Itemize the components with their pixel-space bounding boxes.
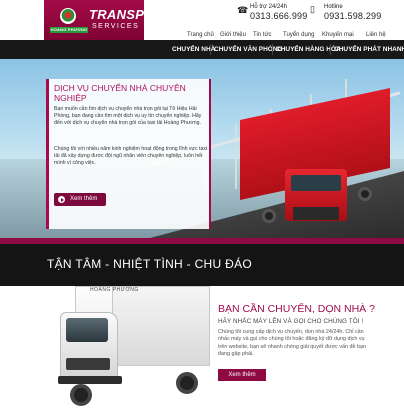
hero-paragraph: Chúng tôi với nhiều năm kinh nghiệm hoạt… xyxy=(54,146,208,166)
cta-subtitle: HÃY NHẤC MÁY LÊN VÀ GỌI CHO CHÚNG TÔI ! xyxy=(218,318,364,325)
cta-title: BẠN CẦN CHUYỂN, DỌN NHÀ ? xyxy=(218,303,375,315)
van-windshield xyxy=(66,318,108,342)
topnav-item-contact[interactable]: Liên hệ xyxy=(366,31,386,40)
phone-icon: ☎ xyxy=(237,5,249,15)
logo-emblem-icon xyxy=(60,8,76,24)
cta-text: Chúng tôi cung cấp dịch vụ chuyển, dọn n… xyxy=(218,329,367,358)
topnav-item-about[interactable]: Giới thiệu xyxy=(220,31,246,40)
truck-wheel xyxy=(358,187,372,201)
topnav-item-promotions[interactable]: Khuyến mại xyxy=(322,31,354,40)
logo-subtitle: SERVICES xyxy=(92,23,140,30)
main-navigation: CHUYỂN NHÀ CHUYỂN VĂN PHÒNG CHUYỂN HÀNG … xyxy=(0,40,404,59)
topnav-item-home[interactable]: Trang chủ xyxy=(187,31,214,40)
van-cargo-box xyxy=(110,286,210,366)
van-brand-text: HOÀNG PHƯƠNG xyxy=(90,287,139,293)
truck-wheel xyxy=(262,209,276,223)
nav-divider xyxy=(330,44,331,55)
support-label: Hỗ trợ 24/24h xyxy=(250,4,287,10)
truck-windshield xyxy=(291,175,341,191)
truck-grill xyxy=(293,207,339,220)
play-icon xyxy=(58,196,65,203)
slogan: TẬN TÂM - NHIỆT TÌNH - CHU ĐÁO xyxy=(47,257,253,271)
van-wheel xyxy=(70,384,92,406)
slogan-band: TẬN TÂM - NHIỆT TÌNH - CHU ĐÁO xyxy=(0,244,404,286)
nav-item-express-delivery[interactable]: CHUYỂN PHÁT NHANH xyxy=(334,40,404,59)
topnav-item-news[interactable]: Tin tức xyxy=(253,31,271,40)
hero-banner: DỊCH VỤ CHUYỂN NHÀ CHUYÊN NGHIỆP Bạn muố… xyxy=(0,59,404,238)
van-wheel xyxy=(176,372,198,394)
hero-read-more-button[interactable]: Xem thêm xyxy=(54,193,106,206)
logo-badge: HOÀNG PHƯƠNG xyxy=(50,27,88,33)
hero-read-more-label: Xem thêm xyxy=(70,196,98,202)
site-header: HOÀNG PHƯƠNG TRANSPORT SERVICES ☎ Hỗ trợ… xyxy=(0,0,404,40)
topnav-item-careers[interactable]: Tuyển dụng xyxy=(283,31,314,40)
nav-divider xyxy=(272,44,273,55)
nav-divider xyxy=(210,44,211,55)
cta-read-more-button[interactable]: Xem thêm xyxy=(218,369,266,381)
nav-item-house-moving[interactable]: CHUYỂN NHÀ xyxy=(172,40,215,59)
van-bumper xyxy=(58,376,122,384)
van-grill xyxy=(66,358,110,370)
support-number[interactable]: 0313.666.999 xyxy=(250,11,307,21)
hotline-label: Hotline xyxy=(324,4,343,10)
cta-section: HOÀNG PHƯƠNG BẠN CẦN CHUYỂN, DỌN NHÀ ? H… xyxy=(0,286,404,414)
mobile-icon: ▯ xyxy=(310,4,315,14)
logo[interactable]: HOÀNG PHƯƠNG TRANSPORT SERVICES xyxy=(44,0,172,40)
logo-title: TRANSPORT xyxy=(89,7,173,22)
hero-title: DỊCH VỤ CHUYỂN NHÀ CHUYÊN NGHIỆP xyxy=(54,83,186,103)
hero-text-panel: DỊCH VỤ CHUYỂN NHÀ CHUYÊN NGHIỆP Bạn muố… xyxy=(46,79,211,229)
hero-paragraph: Bạn muốn cần tìm dịch vụ chuyển nhà trọn… xyxy=(54,106,202,126)
hotline-number[interactable]: 0931.598.299 xyxy=(324,11,381,21)
